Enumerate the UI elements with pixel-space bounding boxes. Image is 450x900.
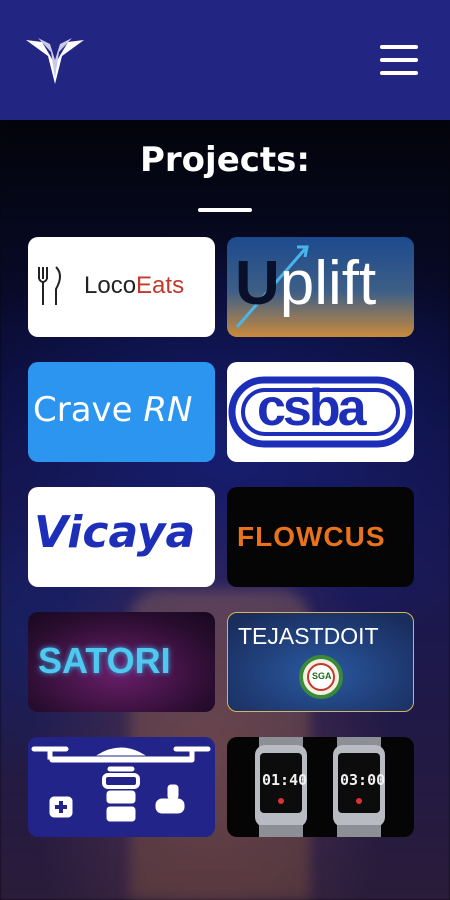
- project-card-crave-rn[interactable]: Crave RN: [28, 362, 215, 462]
- project-card-tejastdoit[interactable]: TEJASTDOIT SGA: [227, 612, 414, 712]
- project-card-drone-delivery[interactable]: [28, 737, 215, 837]
- satori-text: SATORI: [38, 640, 171, 681]
- crave-rn-text: RN: [143, 390, 193, 430]
- crave-text: Crave: [33, 390, 133, 430]
- uplift-rest: plift: [279, 249, 377, 318]
- locoeats-loco: Loco: [84, 272, 137, 299]
- flowcus-text: FLOWCUS: [237, 521, 386, 552]
- project-card-satori[interactable]: SATORI: [28, 612, 215, 712]
- uplift-u: U: [235, 249, 280, 318]
- smartwatch-icon: [255, 737, 385, 837]
- csba-text: csba: [257, 379, 367, 437]
- top-navbar: [0, 0, 450, 120]
- watch-time-left: 01:40: [262, 771, 308, 789]
- page-title: Projects:: [140, 140, 310, 180]
- vicaya-text: Vicaya: [34, 507, 196, 558]
- project-card-smartwatch[interactable]: 01:40 03:00: [227, 737, 414, 837]
- title-underline: [198, 208, 252, 212]
- sga-badge-text: SGA: [312, 671, 332, 681]
- drone-delivery-icon: [31, 746, 211, 822]
- hamburger-menu-icon[interactable]: [380, 45, 418, 75]
- project-card-locoeats[interactable]: LocoEats: [28, 237, 215, 337]
- locoeats-eats: Eats: [136, 272, 185, 299]
- sga-badge-icon: [299, 655, 343, 699]
- project-card-flowcus[interactable]: FLOWCUS: [227, 487, 414, 587]
- winged-logo-icon[interactable]: [24, 34, 86, 86]
- project-card-vicaya[interactable]: Vicaya: [28, 487, 215, 587]
- projects-grid: LocoEats Uplift Crave RN csba Vicaya FLO…: [28, 237, 415, 837]
- watch-time-right: 03:00: [340, 771, 386, 789]
- project-card-csba[interactable]: csba: [227, 362, 414, 462]
- project-card-uplift[interactable]: Uplift: [227, 237, 414, 337]
